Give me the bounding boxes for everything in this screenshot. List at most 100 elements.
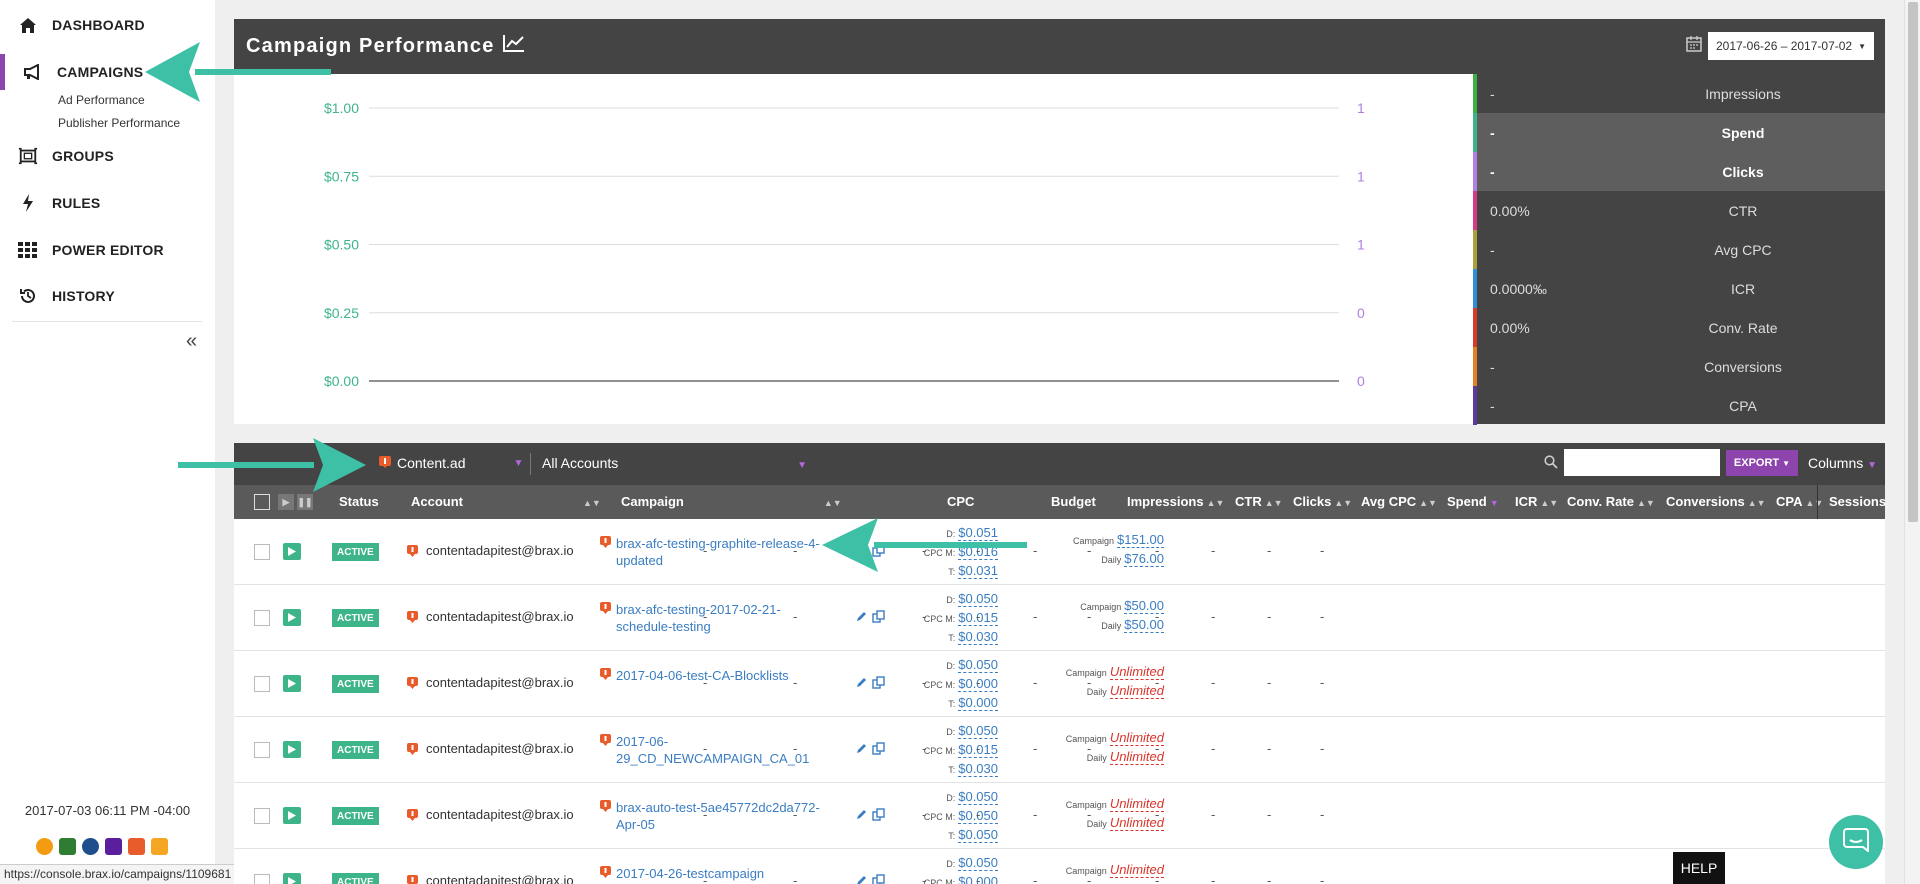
google-icon[interactable] xyxy=(59,838,76,855)
table-row[interactable]: ACTIVE contentadapitest@brax.io brax-afc-t… xyxy=(234,585,1885,651)
campaign-link[interactable]: 2017-04-26-testcampaign xyxy=(600,865,831,882)
play-all-icon[interactable]: ▶ xyxy=(278,494,294,510)
yahoo-icon[interactable] xyxy=(105,838,122,855)
copy-icon[interactable] xyxy=(872,874,885,884)
col-account[interactable]: Account ▲▼ xyxy=(411,494,601,509)
account-selector[interactable]: All Accounts ▼ xyxy=(542,455,807,471)
row-checkbox[interactable] xyxy=(254,676,270,692)
source-selector[interactable]: Content.ad ▼ xyxy=(379,455,523,471)
sidebar-item-groups[interactable]: GROUPS xyxy=(0,138,215,174)
table-row[interactable]: ACTIVE contentadapitest@brax.io 2017-06-29… xyxy=(234,717,1885,783)
col-impressions[interactable]: Impressions ▲▼ xyxy=(1127,494,1224,509)
metric-icr[interactable]: 0.0000‰ ICR xyxy=(1473,269,1885,308)
col-campaign[interactable]: Campaign ▲▼ xyxy=(621,494,842,509)
col-avg-cpc[interactable]: Avg CPC ▲▼ xyxy=(1361,494,1437,509)
row-checkbox[interactable] xyxy=(254,544,270,560)
play-icon[interactable] xyxy=(283,543,301,560)
copy-icon[interactable] xyxy=(872,676,885,689)
columns-button[interactable]: Columns ▼ xyxy=(1808,455,1877,471)
sidebar-item-power-editor[interactable]: POWER EDITOR xyxy=(0,232,215,268)
cpc-d-value[interactable]: $0.050 xyxy=(958,591,998,607)
metric-cell: - xyxy=(703,543,708,558)
pencil-icon[interactable] xyxy=(856,676,868,688)
campaign-link[interactable]: 2017-04-06-test-CA-Blocklists xyxy=(600,667,831,684)
campaign-link[interactable]: brax-auto-test-5ae45772dc2da772-Apr-05 xyxy=(600,799,831,833)
table-row[interactable]: ACTIVE contentadapitest@brax.io brax-auto-… xyxy=(234,783,1885,849)
chat-button[interactable] xyxy=(1829,815,1883,869)
metric-conv-rate[interactable]: 0.00% Conv. Rate xyxy=(1473,308,1885,347)
copy-icon[interactable] xyxy=(872,610,885,623)
select-all-checkbox[interactable] xyxy=(254,494,270,510)
cpc-d-value[interactable]: $0.050 xyxy=(958,789,998,805)
pencil-icon[interactable] xyxy=(856,610,868,622)
sort-desc-icon: ▼ xyxy=(1489,498,1499,508)
account-cell: contentadapitest@brax.io xyxy=(407,807,574,822)
pencil-icon[interactable] xyxy=(856,742,868,754)
help-button[interactable]: HELP xyxy=(1673,852,1725,884)
col-conversions[interactable]: Conversions ▲▼ xyxy=(1666,494,1766,509)
pause-all-icon[interactable]: ❚❚ xyxy=(297,494,313,510)
copy-icon[interactable] xyxy=(872,808,885,821)
play-icon[interactable] xyxy=(283,873,301,884)
copy-icon[interactable] xyxy=(872,742,885,755)
cpc-t-value[interactable]: $0.000 xyxy=(958,695,998,711)
search-input[interactable] xyxy=(1564,449,1720,476)
col-status[interactable]: Status xyxy=(339,494,379,509)
table-row[interactable]: ACTIVE contentadapitest@brax.io 2017-04-06… xyxy=(234,651,1885,717)
outbrain-icon[interactable] xyxy=(36,838,53,855)
metric-conversions[interactable]: - Conversions xyxy=(1473,347,1885,386)
cpc-t-value[interactable]: $0.050 xyxy=(958,827,998,843)
sidebar-subitem-ad-performance[interactable]: Ad Performance xyxy=(58,93,145,107)
play-icon[interactable] xyxy=(283,675,301,692)
col-budget[interactable]: Budget xyxy=(1051,494,1096,509)
metric-spend[interactable]: - Spend xyxy=(1473,113,1885,152)
col-icr[interactable]: ICR ▲▼ xyxy=(1515,494,1558,509)
metric-label: Avg CPC xyxy=(1714,241,1772,258)
cpc-t-value[interactable]: $0.030 xyxy=(958,761,998,777)
scrollbar-thumb[interactable] xyxy=(1908,2,1918,522)
metric-cell: - xyxy=(793,609,798,624)
table-row[interactable]: ACTIVE contentadapitest@brax.io 2017-04-26… xyxy=(234,849,1885,884)
cpc-t-value[interactable]: $0.030 xyxy=(958,629,998,645)
row-checkbox[interactable] xyxy=(254,610,270,626)
metric-cpa[interactable]: - CPA xyxy=(1473,386,1885,425)
campaign-link[interactable]: 2017-06-29_CD_NEWCAMPAIGN_CA_01 xyxy=(600,733,831,767)
pencil-icon[interactable] xyxy=(856,874,868,884)
sidebar-subitem-publisher-performance[interactable]: Publisher Performance xyxy=(58,116,180,130)
campaign-link[interactable]: brax-afc-testing-2017-02-21-schedule-tes… xyxy=(600,601,831,635)
sort-icon: ▲▼ xyxy=(1206,498,1225,508)
row-checkbox[interactable] xyxy=(254,742,270,758)
sidebar-item-rules[interactable]: RULES xyxy=(0,185,215,221)
col-cpc[interactable]: CPC xyxy=(947,494,974,509)
col-conv-rate[interactable]: Conv. Rate ▲▼ xyxy=(1567,494,1655,509)
sidebar-item-history[interactable]: HISTORY xyxy=(0,278,215,314)
col-clicks[interactable]: Clicks ▲▼ xyxy=(1293,494,1352,509)
cpc-d-value[interactable]: $0.050 xyxy=(958,855,998,871)
col-sessions[interactable]: Sessions xyxy=(1829,494,1886,509)
pencil-icon[interactable] xyxy=(856,808,868,820)
cpc-d-value[interactable]: $0.050 xyxy=(958,723,998,739)
row-checkbox[interactable] xyxy=(254,808,270,824)
play-icon[interactable] xyxy=(283,609,301,626)
campaign-link[interactable]: brax-afc-testing-graphite-release-4-upda… xyxy=(600,535,831,569)
metric-clicks[interactable]: - Clicks xyxy=(1473,152,1885,191)
collapse-sidebar-icon[interactable]: « xyxy=(186,330,197,353)
taboola-icon[interactable] xyxy=(82,838,99,855)
analytics-icon[interactable] xyxy=(151,838,168,855)
cpc-d-value[interactable]: $0.050 xyxy=(958,657,998,673)
play-icon[interactable] xyxy=(283,741,301,758)
date-range-picker[interactable]: 2017-06-26 – 2017-07-02 ▼ xyxy=(1708,32,1874,60)
metric-ctr[interactable]: 0.00% CTR xyxy=(1473,191,1885,230)
export-button[interactable]: EXPORT ▼ xyxy=(1726,450,1798,476)
page-scrollbar[interactable] xyxy=(1904,0,1920,884)
contentad-icon[interactable] xyxy=(128,838,145,855)
play-icon[interactable] xyxy=(283,807,301,824)
campaign-name: 2017-06-29_CD_NEWCAMPAIGN_CA_01 xyxy=(616,734,810,766)
col-spend[interactable]: Spend ▼ xyxy=(1447,494,1499,509)
campaign-name: brax-auto-test-5ae45772dc2da772-Apr-05 xyxy=(616,800,820,832)
col-ctr[interactable]: CTR ▲▼ xyxy=(1235,494,1283,509)
row-checkbox[interactable] xyxy=(254,874,270,884)
table-row[interactable]: ACTIVE contentadapitest@brax.io brax-afc-t… xyxy=(234,519,1885,585)
metric-impressions[interactable]: - Impressions xyxy=(1473,74,1885,113)
metric-avg-cpc[interactable]: - Avg CPC xyxy=(1473,230,1885,269)
